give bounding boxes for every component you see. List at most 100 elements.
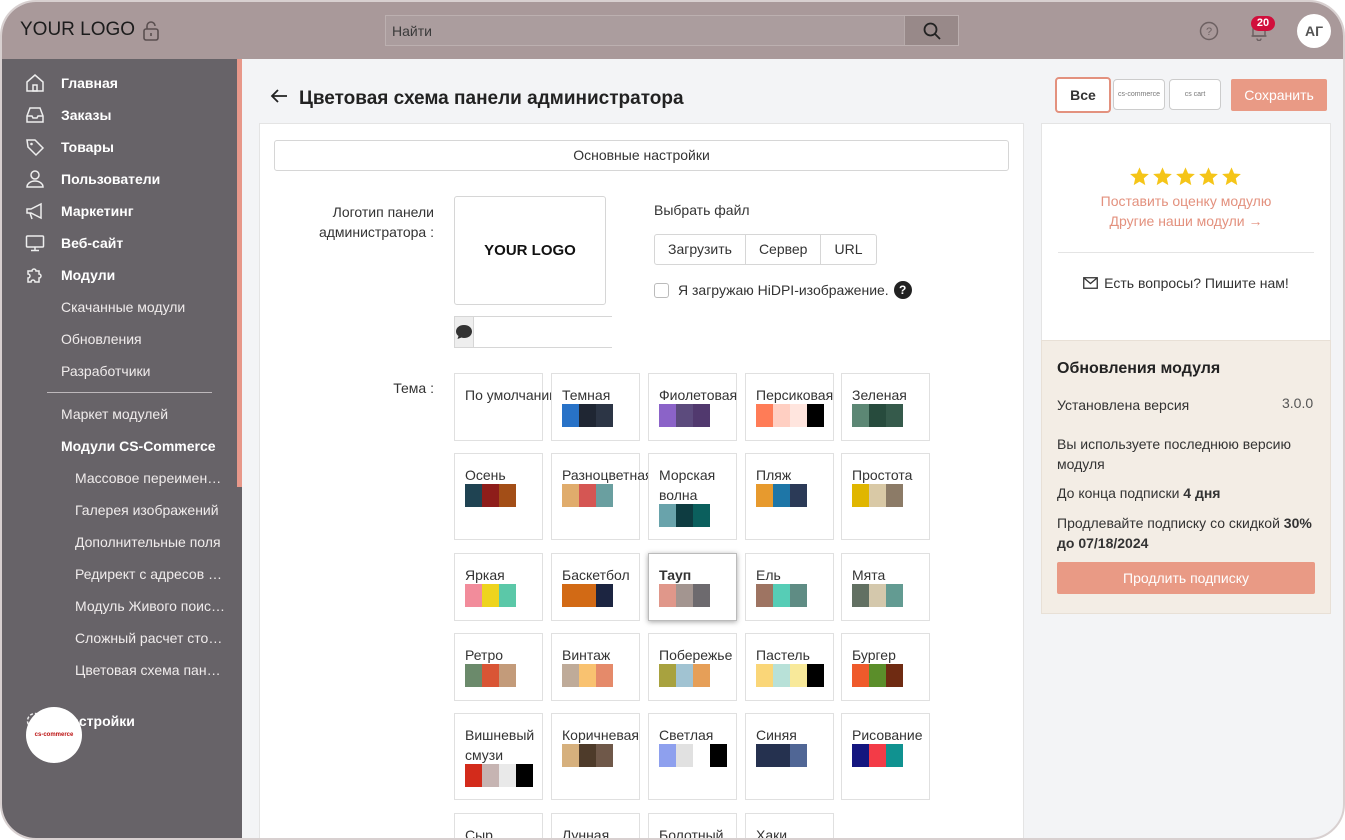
sidebar-scrollbar[interactable]	[237, 59, 242, 487]
other-modules-link[interactable]: Другие наши модули →	[1041, 213, 1331, 229]
theme-card[interactable]: Яркая	[454, 553, 543, 621]
theme-card[interactable]: Разноцветная	[551, 453, 653, 540]
upload-button[interactable]: Загрузить	[655, 235, 746, 264]
theme-card[interactable]: Морская волна	[648, 453, 737, 540]
theme-card[interactable]: Осень	[454, 453, 543, 540]
theme-card[interactable]: Пастель	[745, 633, 834, 701]
theme-card[interactable]: Побережье	[648, 633, 737, 701]
logo-alt-input[interactable]	[474, 317, 651, 347]
color-swatch	[693, 404, 710, 427]
star-icon[interactable]	[1175, 166, 1196, 187]
theme-card[interactable]: Сыр,	[454, 813, 543, 838]
sidebar-subitem-market[interactable]: Маркет модулей	[61, 398, 168, 430]
avatar[interactable]: АГ	[1297, 14, 1331, 48]
rate-module-link[interactable]: Поставить оценку модулю	[1041, 193, 1331, 209]
theme-card[interactable]: Зеленая	[841, 373, 930, 441]
theme-name: Морская волна	[659, 467, 716, 503]
color-swatch	[693, 664, 710, 687]
theme-card[interactable]: Ретро	[454, 633, 543, 701]
theme-card[interactable]: Лунная	[551, 813, 640, 838]
sidebar-module-extra-fields[interactable]: Дополнительные поля	[75, 526, 225, 558]
cs-commerce-badge[interactable]: cs-commerce	[26, 707, 82, 763]
review-panel	[1041, 123, 1331, 343]
cs-cart-button[interactable]: cs cart	[1169, 79, 1221, 110]
color-swatches	[562, 584, 613, 607]
color-swatch	[482, 584, 499, 607]
sidebar-item-products[interactable]: Товары	[2, 131, 237, 163]
theme-card[interactable]: Темная	[551, 373, 640, 441]
theme-card[interactable]: Коричневая	[551, 713, 640, 800]
color-swatch	[756, 404, 773, 427]
sidebar-module-cost-calc[interactable]: Сложный расчет стоимости	[75, 622, 225, 654]
color-swatch	[659, 404, 676, 427]
back-arrow-icon[interactable]	[270, 88, 288, 104]
lock-icon[interactable]	[142, 20, 160, 42]
cs-commerce-button[interactable]: cs-commerce	[1113, 79, 1165, 110]
theme-card[interactable]: Простота	[841, 453, 930, 540]
theme-card[interactable]: По умолчанию	[454, 373, 560, 441]
star-icon[interactable]	[1198, 166, 1219, 187]
theme-card[interactable]: Рисование	[841, 713, 930, 800]
sidebar-subitem-cs-modules[interactable]: Модули CS-Commerce	[61, 430, 216, 462]
user-icon	[26, 170, 44, 188]
sidebar-item-users[interactable]: Пользователи	[2, 163, 237, 195]
color-swatch	[790, 484, 807, 507]
theme-card[interactable]: Ель	[745, 553, 834, 621]
sidebar-module-redirect[interactable]: Редирект с адресов удаленных	[75, 558, 225, 590]
sidebar-item-label: Пользователи	[61, 171, 161, 187]
star-icon[interactable]	[1221, 166, 1242, 187]
sidebar-module-gallery[interactable]: Галерея изображений	[75, 494, 225, 526]
save-button[interactable]: Сохранить	[1231, 79, 1327, 111]
search-input[interactable]	[386, 16, 904, 45]
color-swatch	[465, 584, 482, 607]
color-swatch	[562, 584, 579, 607]
app-window: YOUR LOGO ? 20 АГ	[0, 0, 1345, 840]
store-logo[interactable]: YOUR LOGO	[20, 19, 135, 41]
theme-card[interactable]: Винтаж	[551, 633, 640, 701]
sidebar-subitem-updates[interactable]: Обновления	[61, 323, 142, 355]
sidebar-module-rename[interactable]: Массовое переименование	[75, 462, 225, 494]
theme-card[interactable]: Хаки	[745, 813, 834, 838]
help-icon[interactable]: ?	[1199, 21, 1219, 41]
color-swatches	[659, 664, 710, 687]
hidpi-checkbox[interactable]	[654, 282, 669, 298]
theme-card[interactable]: Фиолетовая	[648, 373, 737, 441]
sidebar-item-home[interactable]: Главная	[2, 67, 237, 99]
server-button[interactable]: Сервер	[746, 235, 822, 264]
theme-card[interactable]: Мята	[841, 553, 930, 621]
theme-card[interactable]: Персиковая	[745, 373, 834, 441]
color-swatch	[579, 484, 596, 507]
color-swatch	[659, 744, 676, 767]
color-swatch	[482, 484, 499, 507]
sidebar-module-color-scheme[interactable]: Цветовая схема панели	[75, 654, 225, 686]
sidebar-module-live-search[interactable]: Модуль Живого поиска	[75, 590, 225, 622]
search-button[interactable]	[904, 16, 958, 45]
theme-card[interactable]: Пляж	[745, 453, 834, 540]
theme-card[interactable]: Баскетбол	[551, 553, 640, 621]
renew-subscription-button[interactable]: Продлить подписку	[1057, 562, 1315, 594]
sidebar-subitem-downloaded[interactable]: Скачанные модули	[61, 291, 185, 323]
theme-card[interactable]: Тауп	[648, 553, 737, 621]
theme-card[interactable]: Бургер	[841, 633, 930, 701]
tab-general-settings[interactable]: Основные настройки	[274, 140, 1009, 171]
sidebar-item-modules[interactable]: Модули	[2, 259, 237, 291]
theme-card[interactable]: Светлая	[648, 713, 737, 800]
url-button[interactable]: URL	[821, 235, 875, 264]
color-swatch	[790, 584, 807, 607]
star-icon[interactable]	[1129, 166, 1150, 187]
color-swatch	[852, 744, 869, 767]
sidebar-item-marketing[interactable]: Маркетинг	[2, 195, 237, 227]
theme-card[interactable]: Болотный	[648, 813, 737, 838]
theme-card[interactable]: Вишневый смузи	[454, 713, 543, 800]
contact-link[interactable]: Есть вопросы? Пишите нам!	[1041, 275, 1331, 291]
theme-card[interactable]: Синяя	[745, 713, 834, 800]
color-swatch	[499, 484, 516, 507]
star-icon[interactable]	[1152, 166, 1173, 187]
rating-stars[interactable]	[1129, 166, 1242, 187]
filter-all-button[interactable]: Все	[1055, 77, 1111, 113]
sidebar-item-orders[interactable]: Заказы	[2, 99, 237, 131]
help-icon[interactable]: ?	[893, 281, 912, 299]
theme-name: Баскетбол	[562, 567, 630, 583]
sidebar-item-website[interactable]: Веб-сайт	[2, 227, 237, 259]
sidebar-subitem-developers[interactable]: Разработчики	[61, 355, 150, 387]
